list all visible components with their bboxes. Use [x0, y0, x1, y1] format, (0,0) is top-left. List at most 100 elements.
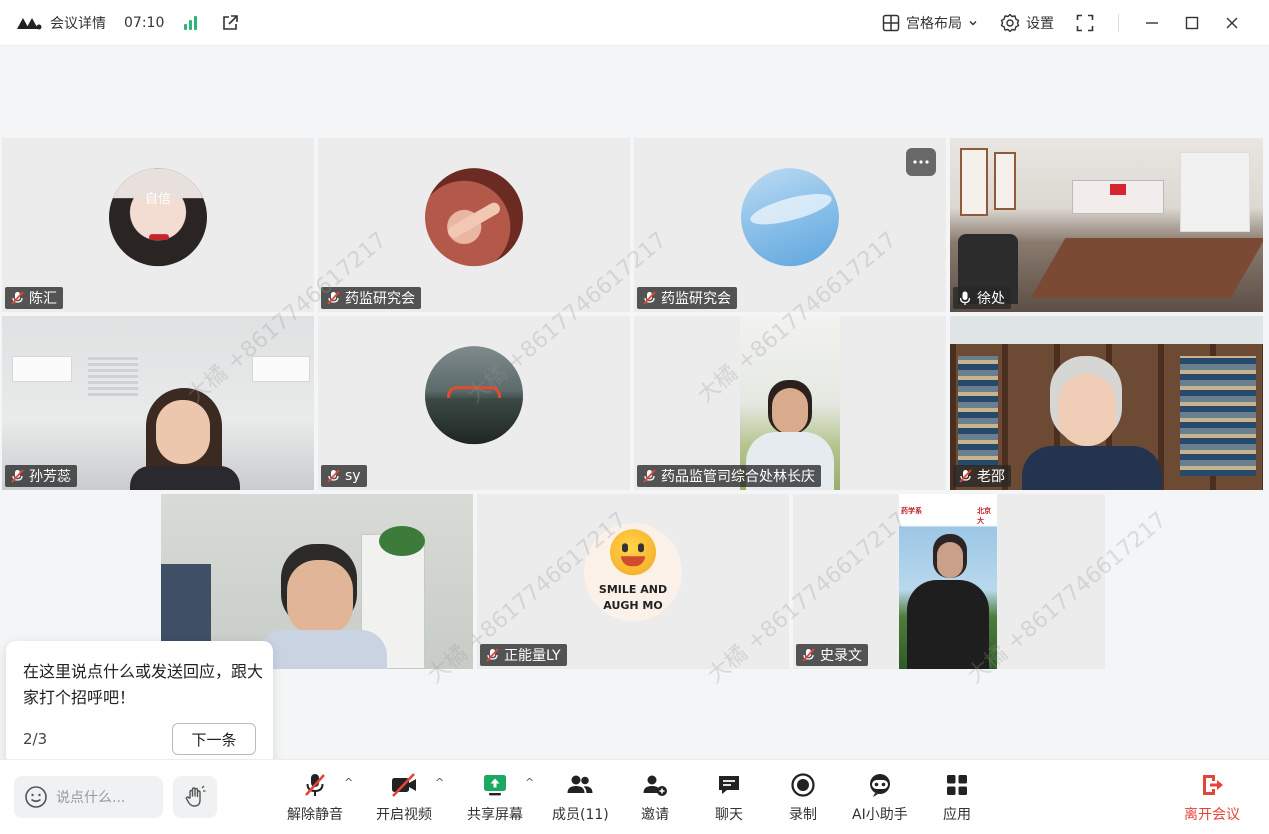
tip-page-indicator: 2/3	[23, 730, 48, 748]
tip-next-button[interactable]: 下一条	[172, 723, 256, 755]
bottom-toolbar: 说点什么... 解除静音 ^ 开启视频 ^ 共享屏幕 ^ 成员(11) 邀请 聊…	[0, 759, 1269, 834]
unmute-button[interactable]: 解除静音	[287, 772, 343, 824]
invite-user-icon	[643, 775, 667, 796]
participant-name-tag: 药品监管司综合处林长庆	[637, 465, 821, 487]
maximize-button[interactable]	[1175, 8, 1209, 38]
external-window-icon[interactable]	[221, 14, 239, 32]
mic-muted-icon	[327, 469, 340, 483]
unmute-label: 解除静音	[287, 807, 343, 823]
more-icon	[913, 160, 929, 164]
ai-assistant-label: AI小助手	[852, 807, 908, 823]
participant-name-tag: 老邵	[953, 465, 1011, 487]
smiley-icon	[25, 786, 47, 808]
tip-text: 在这里说点什么或发送回应，跟大家打个招呼吧！	[23, 662, 264, 707]
participant-name: 药监研究会	[661, 291, 731, 307]
avatar-caption: 自信	[144, 192, 171, 208]
invite-label: 邀请	[641, 807, 669, 823]
participant-video	[950, 316, 1263, 490]
start-video-label: 开启视频	[376, 807, 432, 823]
mic-muted-icon	[11, 291, 24, 305]
close-button[interactable]	[1215, 8, 1249, 38]
participant-video	[2, 316, 314, 490]
avatar-text-line-1: SMILE AND	[598, 582, 668, 596]
participant-tile[interactable]: 药学系 北京大 史录文	[793, 494, 1105, 669]
participant-avatar: 自信	[109, 168, 207, 267]
participant-name: 史录文	[820, 648, 862, 664]
reaction-tip-popup: 在这里说点什么或发送回应，跟大家打个招呼吧！ 2/3 下一条	[6, 641, 273, 785]
participant-name: sy	[345, 468, 361, 484]
participant-name-tag: 药监研究会	[321, 287, 421, 309]
meeting-details-link[interactable]: 会议详情	[50, 13, 106, 33]
participant-tile[interactable]: 药品监管司综合处林长庆	[634, 316, 946, 490]
chevron-down-icon	[969, 20, 977, 25]
participant-video: 药学系 北京大	[899, 494, 997, 669]
participant-tile[interactable]: 药监研究会	[318, 138, 630, 312]
participant-name: 药监研究会	[345, 291, 415, 307]
top-bar: 会议详情 07:10 宫格布局 设置	[0, 0, 1269, 46]
ai-assistant-icon	[869, 774, 890, 797]
participant-tile[interactable]: 孙芳蕊	[2, 316, 314, 490]
participant-name-tag: 陈汇	[5, 287, 63, 309]
start-video-button[interactable]: 开启视频	[376, 772, 432, 824]
signal-strength-icon	[184, 15, 198, 30]
banner-text-left: 药学系	[901, 507, 922, 515]
exit-icon	[1203, 775, 1223, 795]
hand-icon	[185, 785, 206, 807]
participant-tile[interactable]: sy	[318, 316, 630, 490]
participant-name: 陈汇	[29, 291, 57, 307]
participant-name: 老邵	[977, 469, 1005, 485]
apps-button[interactable]: 应用	[943, 772, 971, 824]
mic-muted-icon	[327, 291, 340, 305]
participant-tile[interactable]: 药监研究会	[634, 138, 946, 312]
mic-muted-icon	[643, 469, 656, 483]
minimize-icon	[1146, 21, 1158, 24]
chat-button[interactable]: 聊天	[715, 772, 743, 824]
app-logo-icon	[17, 17, 42, 29]
grid-layout-icon	[882, 14, 900, 31]
participant-name: 正能量LY	[504, 648, 561, 664]
participant-name-tag: sy	[321, 465, 367, 487]
leave-meeting-label: 离开会议	[1184, 807, 1240, 823]
meeting-timer: 07:10	[124, 14, 165, 31]
mic-muted-icon	[959, 469, 972, 483]
leave-meeting-button[interactable]: 离开会议	[1184, 772, 1240, 824]
gear-icon	[1000, 13, 1020, 32]
participant-avatar	[425, 346, 523, 445]
members-button[interactable]: 成员(11)	[552, 772, 609, 824]
participant-tile[interactable]: 自信 陈汇	[2, 138, 314, 312]
avatar-text-line-2: AUGH MO	[603, 598, 663, 612]
mic-muted-icon	[305, 774, 325, 796]
settings-button[interactable]: 设置	[992, 13, 1062, 33]
record-button[interactable]: 录制	[789, 772, 817, 824]
participant-name-tag: 孙芳蕊	[5, 465, 77, 487]
participant-avatar: SMILE AND AUGH MO	[584, 522, 682, 621]
share-options-chevron[interactable]: ^	[525, 776, 534, 789]
say-something-input[interactable]: 说点什么...	[14, 776, 163, 818]
share-screen-button[interactable]: 共享屏幕	[467, 772, 523, 824]
participant-tile[interactable]: SMILE AND AUGH MO 正能量LY	[477, 494, 789, 669]
participant-name-tag: 正能量LY	[480, 644, 567, 666]
participant-tile-active-speaker[interactable]: 徐处	[950, 138, 1263, 312]
minimize-button[interactable]	[1135, 8, 1169, 38]
record-label: 录制	[789, 807, 817, 823]
mic-muted-icon	[643, 291, 656, 305]
participant-name: 药品监管司综合处林长庆	[661, 469, 815, 485]
members-icon	[567, 775, 593, 793]
video-options-chevron[interactable]: ^	[435, 776, 444, 789]
invite-button[interactable]: 邀请	[641, 772, 669, 824]
ai-assistant-button[interactable]: AI小助手	[852, 772, 908, 824]
maximize-icon	[1185, 16, 1199, 29]
fullscreen-button[interactable]	[1068, 8, 1102, 38]
banner-text-right: 北京大	[977, 507, 991, 525]
layout-button[interactable]: 宫格布局	[874, 13, 986, 33]
share-screen-label: 共享屏幕	[467, 807, 523, 823]
members-label: 成员(11)	[552, 807, 609, 823]
smile-emoji-icon	[610, 528, 656, 575]
close-icon	[1226, 17, 1238, 28]
raise-hand-button[interactable]	[173, 776, 217, 818]
more-options-button[interactable]	[906, 148, 936, 176]
participant-tile[interactable]: 老邵	[950, 316, 1263, 490]
participant-name-tag: 徐处	[953, 287, 1011, 309]
audio-options-chevron[interactable]: ^	[344, 776, 353, 789]
chat-icon	[719, 776, 739, 794]
